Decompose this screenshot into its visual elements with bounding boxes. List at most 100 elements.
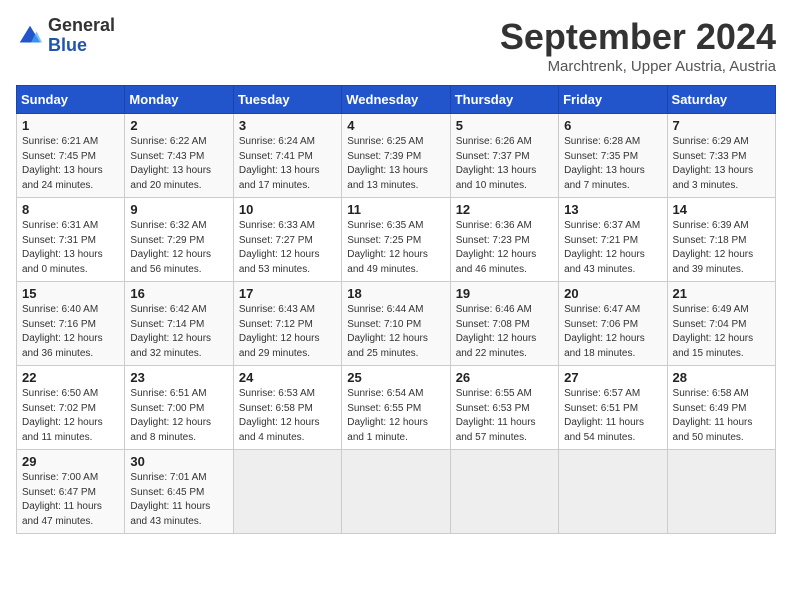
calendar-cell: 27 Sunrise: 6:57 AM Sunset: 6:51 PM Dayli…: [559, 366, 667, 450]
day-info: Sunrise: 6:57 AM Sunset: 6:51 PM Dayligh…: [564, 387, 661, 445]
day-info: Sunrise: 6:25 AM Sunset: 7:39 PM Dayligh…: [347, 135, 444, 193]
day-number: 27: [564, 370, 661, 385]
calendar-cell: 1 Sunrise: 6:21 AM Sunset: 7:45 PM Daylig…: [17, 114, 125, 198]
day-info: Sunrise: 6:51 AM Sunset: 7:00 PM Dayligh…: [130, 387, 227, 445]
day-number: 21: [673, 286, 770, 301]
calendar-cell: 23 Sunrise: 6:51 AM Sunset: 7:00 PM Dayli…: [125, 366, 233, 450]
day-info: Sunrise: 6:47 AM Sunset: 7:06 PM Dayligh…: [564, 303, 661, 361]
calendar-cell: 14 Sunrise: 6:39 AM Sunset: 7:18 PM Dayli…: [667, 198, 775, 282]
calendar-cell: 16 Sunrise: 6:42 AM Sunset: 7:14 PM Dayli…: [125, 282, 233, 366]
day-number: 14: [673, 202, 770, 217]
day-info: Sunrise: 7:00 AM Sunset: 6:47 PM Dayligh…: [22, 471, 119, 529]
logo-icon: [16, 22, 44, 50]
day-number: 7: [673, 118, 770, 133]
day-info: Sunrise: 6:50 AM Sunset: 7:02 PM Dayligh…: [22, 387, 119, 445]
day-info: Sunrise: 6:49 AM Sunset: 7:04 PM Dayligh…: [673, 303, 770, 361]
day-number: 18: [347, 286, 444, 301]
day-number: 11: [347, 202, 444, 217]
day-number: 17: [239, 286, 336, 301]
weekday-header-friday: Friday: [559, 86, 667, 114]
day-number: 30: [130, 454, 227, 469]
calendar-cell: 20 Sunrise: 6:47 AM Sunset: 7:06 PM Dayli…: [559, 282, 667, 366]
day-info: Sunrise: 6:28 AM Sunset: 7:35 PM Dayligh…: [564, 135, 661, 193]
day-number: 24: [239, 370, 336, 385]
day-number: 13: [564, 202, 661, 217]
weekday-header-wednesday: Wednesday: [342, 86, 450, 114]
calendar-cell: [450, 450, 558, 534]
calendar-week-4: 22 Sunrise: 6:50 AM Sunset: 7:02 PM Dayli…: [17, 366, 776, 450]
calendar-cell: 2 Sunrise: 6:22 AM Sunset: 7:43 PM Daylig…: [125, 114, 233, 198]
weekday-header-monday: Monday: [125, 86, 233, 114]
day-info: Sunrise: 6:44 AM Sunset: 7:10 PM Dayligh…: [347, 303, 444, 361]
day-number: 26: [456, 370, 553, 385]
day-info: Sunrise: 6:39 AM Sunset: 7:18 PM Dayligh…: [673, 219, 770, 277]
day-info: Sunrise: 6:42 AM Sunset: 7:14 PM Dayligh…: [130, 303, 227, 361]
day-info: Sunrise: 6:40 AM Sunset: 7:16 PM Dayligh…: [22, 303, 119, 361]
calendar-cell: 4 Sunrise: 6:25 AM Sunset: 7:39 PM Daylig…: [342, 114, 450, 198]
day-number: 5: [456, 118, 553, 133]
day-info: Sunrise: 6:43 AM Sunset: 7:12 PM Dayligh…: [239, 303, 336, 361]
day-info: Sunrise: 6:33 AM Sunset: 7:27 PM Dayligh…: [239, 219, 336, 277]
day-info: Sunrise: 6:24 AM Sunset: 7:41 PM Dayligh…: [239, 135, 336, 193]
day-number: 10: [239, 202, 336, 217]
day-info: Sunrise: 6:26 AM Sunset: 7:37 PM Dayligh…: [456, 135, 553, 193]
day-number: 3: [239, 118, 336, 133]
day-info: Sunrise: 6:22 AM Sunset: 7:43 PM Dayligh…: [130, 135, 227, 193]
weekday-header-row: SundayMondayTuesdayWednesdayThursdayFrid…: [17, 86, 776, 114]
calendar-cell: 10 Sunrise: 6:33 AM Sunset: 7:27 PM Dayli…: [233, 198, 341, 282]
calendar-cell: 5 Sunrise: 6:26 AM Sunset: 7:37 PM Daylig…: [450, 114, 558, 198]
day-number: 23: [130, 370, 227, 385]
weekday-header-sunday: Sunday: [17, 86, 125, 114]
day-info: Sunrise: 6:46 AM Sunset: 7:08 PM Dayligh…: [456, 303, 553, 361]
day-info: Sunrise: 6:21 AM Sunset: 7:45 PM Dayligh…: [22, 135, 119, 193]
day-number: 15: [22, 286, 119, 301]
calendar-cell: 17 Sunrise: 6:43 AM Sunset: 7:12 PM Dayli…: [233, 282, 341, 366]
calendar-table: SundayMondayTuesdayWednesdayThursdayFrid…: [16, 85, 776, 534]
location-title: Marchtrenk, Upper Austria, Austria: [500, 58, 776, 75]
calendar-cell: 24Sunrise: 6:53 AM Sunset: 6:58 PM Dayli…: [233, 366, 341, 450]
calendar-cell: [342, 450, 450, 534]
weekday-header-thursday: Thursday: [450, 86, 558, 114]
calendar-cell: 9Sunrise: 6:32 AM Sunset: 7:29 PM Daylig…: [125, 198, 233, 282]
calendar-body: 1 Sunrise: 6:21 AM Sunset: 7:45 PM Daylig…: [17, 114, 776, 534]
day-number: 22: [22, 370, 119, 385]
calendar-cell: 22 Sunrise: 6:50 AM Sunset: 7:02 PM Dayli…: [17, 366, 125, 450]
header: General Blue September 2024 Marchtrenk, …: [16, 16, 776, 75]
weekday-header-tuesday: Tuesday: [233, 86, 341, 114]
day-info: Sunrise: 6:54 AM Sunset: 6:55 PM Dayligh…: [347, 387, 444, 445]
calendar-cell: 11 Sunrise: 6:35 AM Sunset: 7:25 PM Dayli…: [342, 198, 450, 282]
calendar-cell: [233, 450, 341, 534]
day-number: 28: [673, 370, 770, 385]
calendar-cell: 3 Sunrise: 6:24 AM Sunset: 7:41 PM Daylig…: [233, 114, 341, 198]
calendar-cell: 12Sunrise: 6:36 AM Sunset: 7:23 PM Dayli…: [450, 198, 558, 282]
calendar-cell: 25Sunrise: 6:54 AM Sunset: 6:55 PM Dayli…: [342, 366, 450, 450]
day-info: Sunrise: 6:32 AM Sunset: 7:29 PM Dayligh…: [130, 219, 227, 277]
calendar-cell: 15 Sunrise: 6:40 AM Sunset: 7:16 PM Dayli…: [17, 282, 125, 366]
calendar-cell: [667, 450, 775, 534]
calendar-cell: 19Sunrise: 6:46 AM Sunset: 7:08 PM Dayli…: [450, 282, 558, 366]
day-info: Sunrise: 6:29 AM Sunset: 7:33 PM Dayligh…: [673, 135, 770, 193]
calendar-cell: 21 Sunrise: 6:49 AM Sunset: 7:04 PM Dayli…: [667, 282, 775, 366]
day-info: Sunrise: 6:35 AM Sunset: 7:25 PM Dayligh…: [347, 219, 444, 277]
day-number: 6: [564, 118, 661, 133]
day-number: 2: [130, 118, 227, 133]
calendar-week-2: 8 Sunrise: 6:31 AM Sunset: 7:31 PM Daylig…: [17, 198, 776, 282]
day-info: Sunrise: 6:31 AM Sunset: 7:31 PM Dayligh…: [22, 219, 119, 277]
day-info: Sunrise: 7:01 AM Sunset: 6:45 PM Dayligh…: [130, 471, 227, 529]
month-title: September 2024: [500, 16, 776, 58]
calendar-week-1: 1 Sunrise: 6:21 AM Sunset: 7:45 PM Daylig…: [17, 114, 776, 198]
day-number: 1: [22, 118, 119, 133]
day-number: 16: [130, 286, 227, 301]
day-number: 20: [564, 286, 661, 301]
day-info: Sunrise: 6:37 AM Sunset: 7:21 PM Dayligh…: [564, 219, 661, 277]
weekday-header-saturday: Saturday: [667, 86, 775, 114]
calendar-cell: 28Sunrise: 6:58 AM Sunset: 6:49 PM Dayli…: [667, 366, 775, 450]
calendar-cell: 6 Sunrise: 6:28 AM Sunset: 7:35 PM Daylig…: [559, 114, 667, 198]
calendar-cell: 7 Sunrise: 6:29 AM Sunset: 7:33 PM Daylig…: [667, 114, 775, 198]
calendar-cell: 13 Sunrise: 6:37 AM Sunset: 7:21 PM Dayli…: [559, 198, 667, 282]
logo: General Blue: [16, 16, 115, 56]
day-number: 8: [22, 202, 119, 217]
calendar-cell: [559, 450, 667, 534]
day-number: 4: [347, 118, 444, 133]
logo-text: General Blue: [48, 16, 115, 56]
